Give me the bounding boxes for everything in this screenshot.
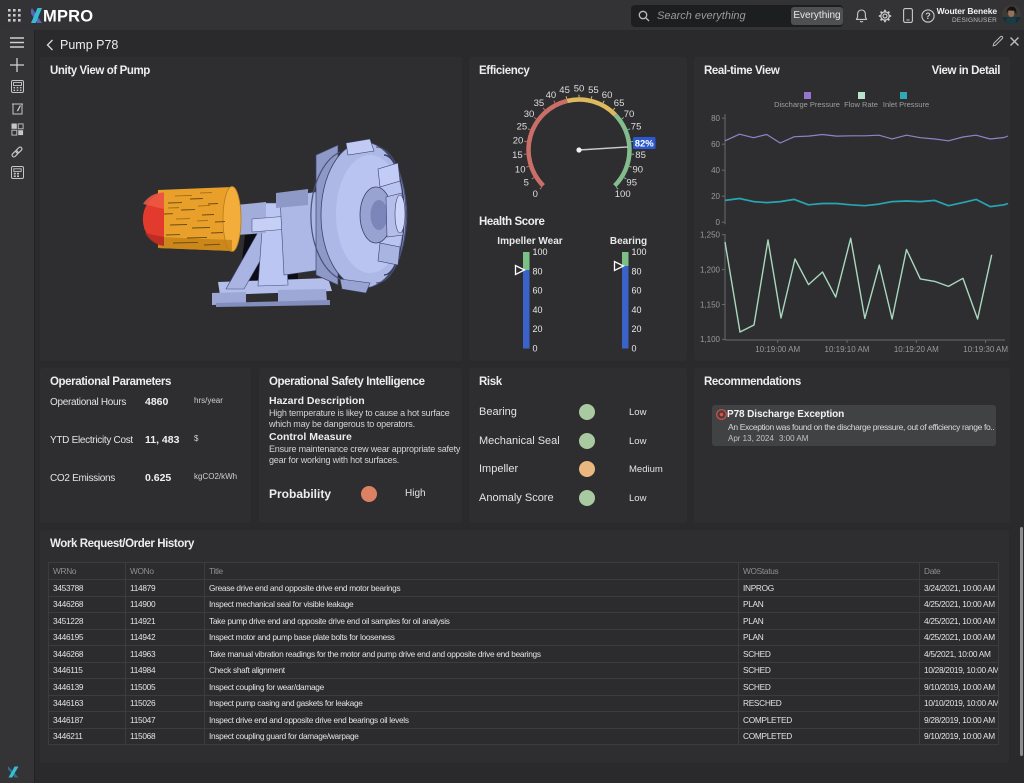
svg-text:60: 60: [533, 286, 543, 296]
svg-text:100: 100: [632, 247, 647, 257]
svg-text:15: 15: [512, 150, 523, 161]
svg-text:20: 20: [513, 136, 524, 147]
svg-text:30: 30: [524, 109, 535, 120]
svg-text:100: 100: [615, 189, 631, 200]
svg-text:0: 0: [716, 218, 721, 227]
svg-text:60: 60: [711, 140, 720, 149]
svg-text:45: 45: [559, 85, 570, 96]
svg-text:40: 40: [711, 166, 720, 175]
svg-text:10: 10: [515, 164, 526, 175]
svg-text:20: 20: [533, 324, 543, 334]
svg-text:Discharge Pressure: Discharge Pressure: [774, 100, 840, 109]
svg-text:75: 75: [631, 122, 642, 133]
svg-text:35: 35: [534, 98, 545, 109]
svg-text:82%: 82%: [635, 139, 655, 150]
svg-text:55: 55: [588, 85, 599, 96]
svg-text:0: 0: [533, 344, 538, 354]
svg-text:50: 50: [574, 83, 585, 94]
svg-text:60: 60: [602, 90, 613, 101]
svg-text:Flow Rate: Flow Rate: [844, 100, 878, 109]
svg-text:10:19:10 AM: 10:19:10 AM: [825, 345, 870, 354]
svg-text:1,100: 1,100: [700, 335, 721, 344]
svg-text:100: 100: [533, 247, 548, 257]
svg-text:40: 40: [546, 90, 557, 101]
svg-text:25: 25: [517, 122, 528, 133]
svg-text:Inlet Pressure: Inlet Pressure: [883, 100, 929, 109]
svg-text:5: 5: [524, 178, 529, 189]
svg-text:0: 0: [533, 189, 538, 200]
svg-text:20: 20: [711, 192, 720, 201]
svg-text:20: 20: [632, 324, 642, 334]
svg-text:1,250: 1,250: [700, 231, 721, 240]
svg-text:85: 85: [635, 150, 646, 161]
svg-text:0: 0: [632, 344, 637, 354]
svg-text:1,200: 1,200: [700, 265, 721, 274]
svg-text:40: 40: [632, 305, 642, 315]
svg-text:90: 90: [633, 164, 644, 175]
svg-text:10:19:00 AM: 10:19:00 AM: [755, 345, 800, 354]
svg-text:10:19:20 AM: 10:19:20 AM: [894, 345, 939, 354]
svg-text:80: 80: [632, 266, 642, 276]
svg-text:95: 95: [626, 178, 637, 189]
svg-text:80: 80: [711, 114, 720, 123]
svg-text:Bearing: Bearing: [610, 236, 647, 247]
svg-text:10:19:30 AM: 10:19:30 AM: [963, 345, 1008, 354]
svg-text:80: 80: [533, 266, 543, 276]
svg-text:65: 65: [614, 98, 625, 109]
svg-text:MPRO: MPRO: [43, 8, 93, 25]
svg-text:70: 70: [624, 109, 635, 120]
svg-text:1,150: 1,150: [700, 300, 721, 309]
svg-text:60: 60: [632, 286, 642, 296]
svg-text:Impeller Wear: Impeller Wear: [497, 236, 563, 247]
svg-text:40: 40: [533, 305, 543, 315]
